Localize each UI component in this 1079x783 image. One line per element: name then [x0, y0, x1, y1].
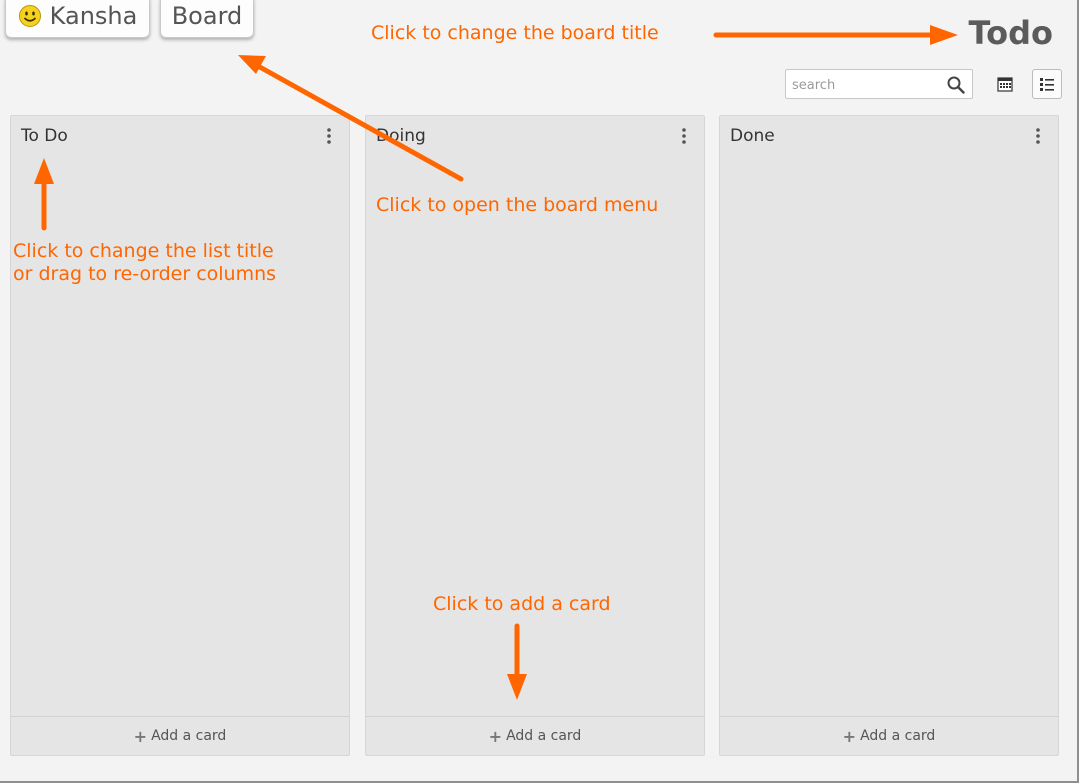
search-icon[interactable] [946, 75, 966, 95]
annotation-board-title: Click to change the board title [371, 22, 659, 44]
search-box [785, 69, 973, 99]
kebab-menu-icon[interactable] [678, 127, 690, 145]
add-card-label: Add a card [860, 728, 936, 744]
board-title[interactable]: Todo [969, 13, 1053, 53]
list-view-button[interactable] [1032, 69, 1062, 99]
list-view-icon [1040, 78, 1054, 91]
calendar-icon [997, 77, 1013, 92]
list-title[interactable]: To Do [21, 125, 68, 147]
annotation-add-card: Click to add a card [433, 593, 611, 615]
list-column-done: Done + Add a card [719, 115, 1059, 756]
arrowhead [930, 25, 958, 45]
board-menu-button[interactable]: Board [160, 0, 254, 38]
calendar-view-button[interactable] [990, 69, 1020, 99]
plus-icon: + [133, 726, 148, 746]
board-menu-label: Board [171, 2, 243, 30]
add-card-button[interactable]: + Add a card [720, 716, 1058, 755]
add-card-label: Add a card [506, 728, 582, 744]
brand-label: Kansha [49, 2, 138, 30]
annotation-list-title-line1: Click to change the list title [13, 240, 274, 262]
annotation-list-title-line2: or drag to re-order columns [13, 263, 277, 285]
annotation-board-menu: Click to open the board menu [376, 194, 659, 216]
plus-icon: + [842, 726, 857, 746]
search-input[interactable] [792, 75, 940, 95]
list-column-todo: To Do + Add a card [10, 115, 350, 756]
add-card-button[interactable]: + Add a card [11, 716, 349, 755]
brand-button[interactable]: Kansha [5, 0, 150, 38]
plus-icon: + [488, 726, 503, 746]
kebab-menu-icon[interactable] [1032, 127, 1044, 145]
kebab-menu-icon[interactable] [323, 127, 335, 145]
smiley-icon [18, 5, 41, 27]
list-title[interactable]: Done [730, 125, 775, 147]
app-window: Kansha Board Todo search To Do + Add a c… [0, 0, 1079, 783]
add-card-button[interactable]: + Add a card [366, 716, 704, 755]
list-title[interactable]: Doing [376, 125, 426, 147]
arrowhead [238, 55, 266, 74]
add-card-label: Add a card [151, 728, 227, 744]
